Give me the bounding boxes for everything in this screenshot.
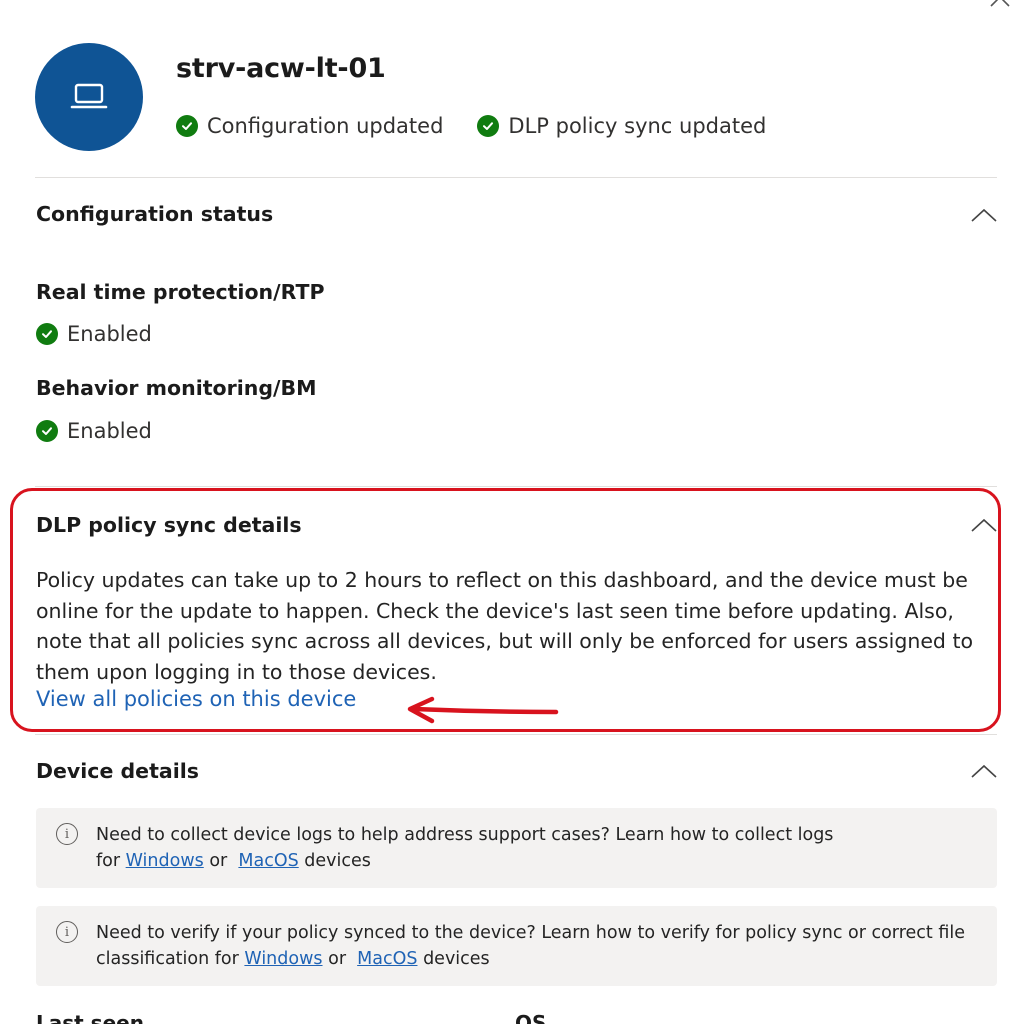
laptop-icon — [70, 83, 108, 109]
check-circle-icon — [36, 420, 58, 442]
check-circle-icon — [36, 323, 58, 345]
bm-value-text: Enabled — [67, 419, 152, 443]
info-message-text: Need to verify if your policy synced to … — [96, 920, 976, 972]
os-label: OS — [515, 1011, 547, 1024]
info-message-text: Need to collect device logs to help addr… — [96, 822, 976, 874]
divider — [35, 486, 997, 487]
status-label: Configuration updated — [207, 114, 444, 138]
windows-link[interactable]: Windows — [244, 949, 322, 969]
check-circle-icon — [477, 115, 500, 137]
chevron-up-icon[interactable] — [971, 763, 997, 779]
info-message-policy-sync: i Need to verify if your policy synced t… — [36, 906, 997, 986]
device-status-row: Configuration updated DLP policy sync up… — [176, 114, 800, 138]
rtp-value: Enabled — [36, 322, 152, 346]
macos-link[interactable]: MacOS — [238, 851, 298, 871]
rtp-value-text: Enabled — [67, 322, 152, 346]
close-icon[interactable] — [989, 0, 1011, 8]
chevron-up-icon[interactable] — [971, 517, 997, 533]
configuration-status-title: Configuration status — [36, 202, 274, 226]
info-or: or — [328, 949, 347, 969]
dlp-policy-sync-title: DLP policy sync details — [36, 513, 302, 537]
device-header: strv-acw-lt-01 Configuration updated DLP… — [35, 43, 997, 153]
info-line: Need to collect device logs to help addr… — [96, 825, 834, 845]
info-icon: i — [56, 921, 78, 943]
info-suffix: devices — [304, 851, 371, 871]
info-or: or — [209, 851, 228, 871]
bm-value: Enabled — [36, 419, 152, 443]
check-circle-icon — [176, 115, 198, 137]
annotation-arrow-icon — [407, 696, 559, 724]
device-details-title: Device details — [36, 759, 199, 783]
chevron-up-icon[interactable] — [971, 207, 997, 223]
status-configuration: Configuration updated — [176, 114, 443, 138]
info-message-logs: i Need to collect device logs to help ad… — [36, 808, 997, 888]
device-name: strv-acw-lt-01 — [176, 53, 386, 84]
info-suffix: devices — [423, 949, 490, 969]
info-prefix: classification for — [96, 949, 239, 969]
device-avatar — [35, 43, 143, 151]
windows-link[interactable]: Windows — [126, 851, 204, 871]
rtp-label: Real time protection/RTP — [36, 280, 325, 304]
status-dlp-sync: DLP policy sync updated — [477, 114, 766, 138]
view-all-policies-link[interactable]: View all policies on this device — [36, 687, 356, 711]
macos-link[interactable]: MacOS — [357, 949, 417, 969]
dlp-policy-sync-description: Policy updates can take up to 2 hours to… — [36, 568, 974, 684]
bm-label: Behavior monitoring/BM — [36, 376, 317, 400]
info-line: Need to verify if your policy synced to … — [96, 923, 965, 943]
info-icon: i — [56, 823, 78, 845]
divider — [35, 734, 997, 735]
info-prefix: for — [96, 851, 121, 871]
last-seen-label: Last seen — [36, 1011, 144, 1024]
divider — [35, 177, 997, 178]
status-label: DLP policy sync updated — [508, 114, 767, 138]
